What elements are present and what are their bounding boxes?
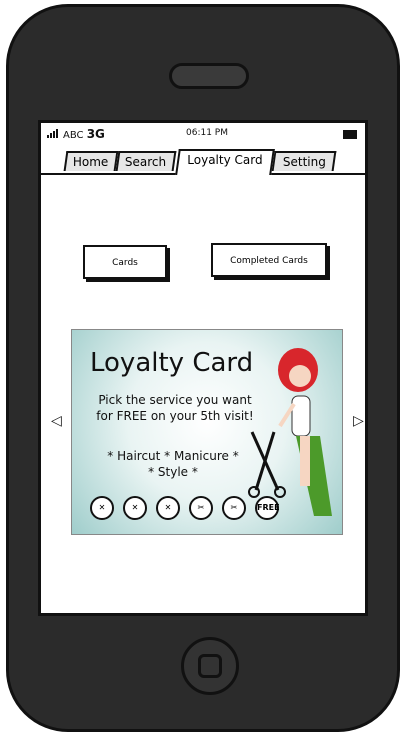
stamp-scissors-icon: ✂	[222, 496, 246, 520]
battery-icon	[343, 130, 357, 139]
tab-home[interactable]: Home	[63, 151, 119, 171]
completed-cards-button[interactable]: Completed Cards	[211, 243, 327, 277]
home-button[interactable]	[181, 637, 239, 695]
speaker-grille	[169, 63, 249, 89]
stamp-scissors-icon: ✂	[189, 496, 213, 520]
scissors-icon	[248, 431, 286, 498]
loyalty-card-image: Loyalty Card Pick the service you want f…	[71, 329, 343, 535]
stamp-used-icon: ✕	[123, 496, 147, 520]
screen: ABC 3G 06:11 PM Home Search Loyalty Card…	[38, 120, 368, 616]
signal-icon	[47, 129, 58, 138]
home-square-icon	[198, 654, 222, 678]
cards-button[interactable]: Cards	[83, 245, 167, 279]
tab-setting[interactable]: Setting	[271, 151, 337, 171]
tab-search[interactable]: Search	[115, 151, 177, 171]
clock: 06:11 PM	[186, 128, 228, 138]
card-subtitle: Pick the service you want for FREE on yo…	[96, 393, 254, 423]
stamp-used-icon: ✕	[156, 496, 180, 520]
carrier-text: ABC 3G	[63, 127, 105, 141]
status-bar: ABC 3G 06:11 PM	[41, 123, 365, 145]
stamp-row: ✕ ✕ ✕ ✂ ✂ FREE	[90, 496, 280, 520]
stamp-used-icon: ✕	[90, 496, 114, 520]
tab-bar: Home Search Loyalty Card Setting	[41, 147, 365, 175]
tab-loyalty-card[interactable]: Loyalty Card	[175, 149, 275, 175]
card-services: * Haircut * Manicure * * Style *	[107, 449, 239, 479]
card-title: Loyalty Card	[90, 348, 254, 378]
stamp-free-icon: FREE	[255, 496, 280, 520]
prev-arrow-icon[interactable]: ◁	[51, 413, 62, 429]
next-arrow-icon[interactable]: ▷	[353, 413, 364, 429]
